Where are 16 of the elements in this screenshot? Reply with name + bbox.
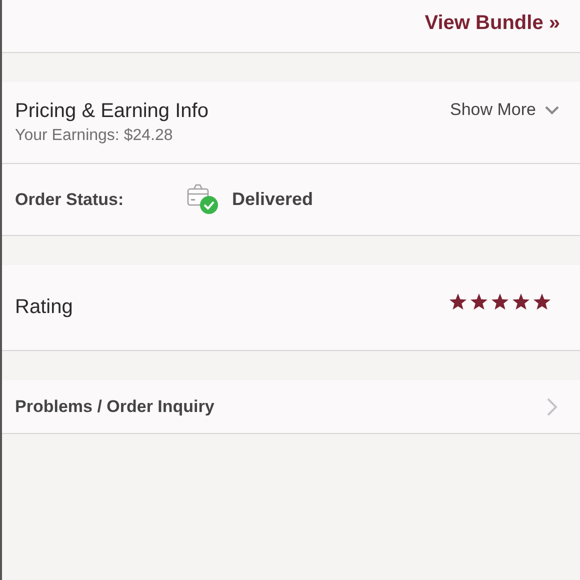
section-title: Pricing & Earning Info (15, 100, 208, 123)
status-value: Delivered (232, 189, 314, 210)
star-icon (491, 293, 509, 310)
star-icon (512, 293, 530, 310)
chevron-right-icon (546, 396, 558, 416)
earnings-text: Your Earnings: $24.28 (15, 127, 174, 145)
problems-label: Problems / Order Inquiry (15, 396, 214, 416)
rating-label: Rating (15, 296, 73, 319)
order-status-label: Order Status: (15, 190, 125, 210)
star-icon (470, 293, 488, 310)
delivered-package-icon (187, 184, 219, 215)
problems-row[interactable]: Problems / Order Inquiry (2, 380, 580, 434)
star-icon (533, 293, 551, 310)
view-bundle-link[interactable]: View Bundle » (424, 12, 560, 40)
show-more-button[interactable]: Show More (450, 100, 560, 120)
star-icon (449, 293, 467, 310)
